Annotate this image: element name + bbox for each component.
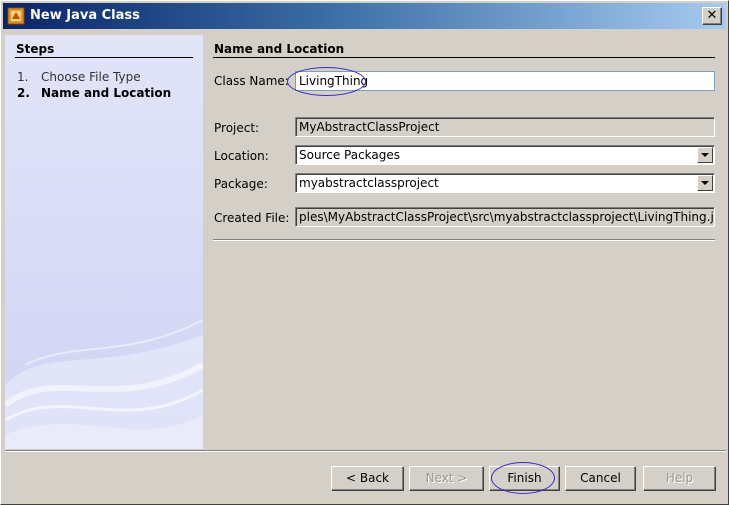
- cancel-button[interactable]: Cancel: [565, 466, 636, 491]
- package-label: Package:: [214, 177, 268, 191]
- decorative-waves: [5, 319, 203, 449]
- close-button[interactable]: ✕: [702, 7, 722, 25]
- created-file-label: Created File:: [214, 211, 290, 225]
- package-dropdown[interactable]: myabstractclassproject: [295, 173, 715, 193]
- steps-title: Steps: [16, 42, 55, 56]
- project-label: Project:: [214, 121, 260, 135]
- finish-button[interactable]: Finish: [489, 466, 560, 491]
- title-bar[interactable]: New Java Class ✕: [3, 3, 726, 29]
- package-value: myabstractclassproject: [299, 176, 439, 190]
- step-label: Name and Location: [41, 86, 172, 100]
- chevron-down-icon[interactable]: [697, 175, 713, 191]
- section-title: Name and Location: [214, 42, 345, 56]
- chevron-down-icon[interactable]: [697, 147, 713, 163]
- window-title: New Java Class: [30, 8, 140, 23]
- location-label: Location:: [214, 149, 269, 163]
- close-icon: ✕: [706, 8, 718, 23]
- class-name-label: Class Name:: [214, 74, 289, 88]
- next-button[interactable]: Next >: [409, 466, 484, 491]
- footer-divider-highlight: [5, 451, 726, 452]
- steps-panel: Steps 1. Choose File Type 2. Name and Loca…: [5, 35, 203, 449]
- step-label: Choose File Type: [41, 70, 141, 84]
- steps-divider: [15, 57, 193, 58]
- location-dropdown[interactable]: Source Packages: [295, 145, 715, 165]
- created-file-field: ples\MyAbstractClassProject\src\myabstra…: [295, 207, 715, 227]
- step-name-and-location: 2. Name and Location: [17, 86, 171, 100]
- location-value: Source Packages: [299, 148, 401, 162]
- step-number: 2.: [17, 86, 30, 100]
- help-button[interactable]: Help: [643, 466, 716, 491]
- java-class-icon: [7, 7, 25, 25]
- content-divider-highlight: [213, 240, 715, 241]
- back-button[interactable]: < Back: [331, 466, 404, 491]
- section-divider: [213, 57, 715, 58]
- step-number: 1.: [17, 70, 29, 84]
- step-choose-file-type: 1. Choose File Type: [17, 70, 141, 84]
- class-name-field[interactable]: [295, 71, 715, 91]
- project-field: MyAbstractClassProject: [295, 117, 715, 137]
- new-java-class-dialog: New Java Class ✕ Steps 1. Choose File Typ…: [0, 0, 729, 505]
